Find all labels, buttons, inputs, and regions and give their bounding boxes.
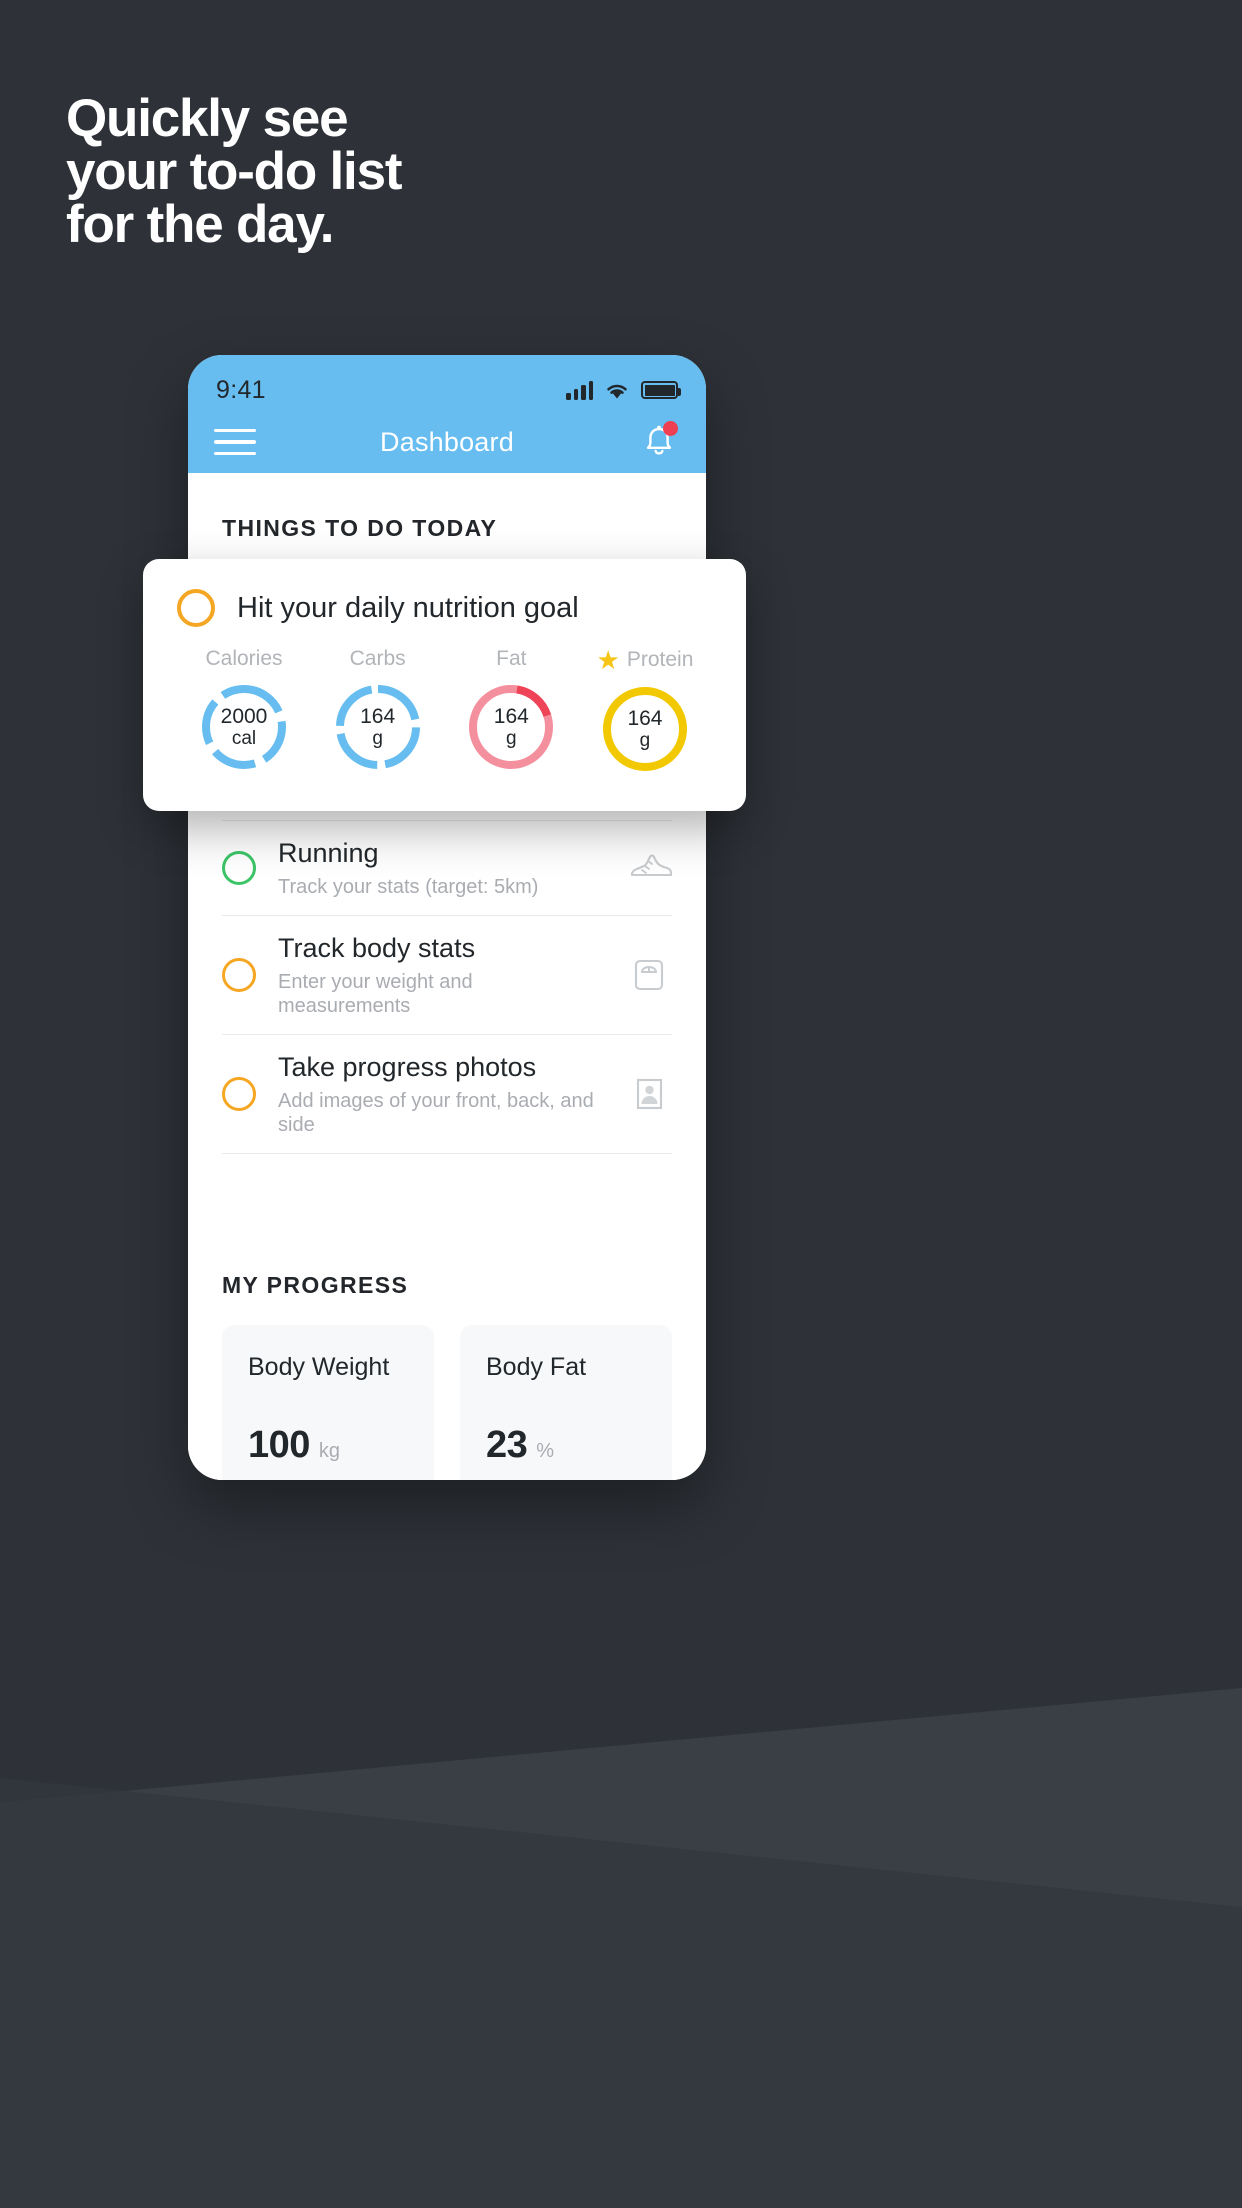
macro-donut-text: 164 g [599, 683, 691, 775]
list-item[interactable]: Track body stats Enter your weight and m… [222, 916, 672, 1035]
macro-label-group: ★ Protein [597, 647, 694, 673]
macro-label: Carbs [349, 647, 406, 670]
macro-donut-carbs: 164 g [332, 681, 424, 773]
macro-label: Calories [205, 647, 283, 670]
macro-donut-protein: 164 g [599, 683, 691, 775]
things-to-do-section-title: THINGS TO DO TODAY [222, 515, 498, 541]
battery-icon [641, 381, 681, 399]
hamburger-menu-icon[interactable] [214, 428, 256, 456]
macro-donut-text: 164 g [332, 681, 424, 773]
progress-card-value-group: 100 kg [248, 1424, 340, 1467]
task-title: Take progress photos [278, 1051, 537, 1082]
sparkline-chart [460, 1479, 672, 1480]
macro-fat[interactable]: Fat 164 g [452, 647, 570, 775]
macro-value: 164 [493, 704, 529, 728]
running-shoe-icon [626, 845, 673, 891]
macro-calories[interactable]: Calories 2000 cal [185, 647, 303, 775]
macro-value: 2000 [220, 704, 268, 728]
task-subtitle: Track your stats (target: 5km) [278, 875, 539, 898]
bell-icon[interactable] [638, 421, 680, 463]
macro-carbs[interactable]: Carbs 164 g [319, 647, 437, 775]
star-icon: ★ [596, 645, 620, 675]
status-bar: 9:41 [188, 355, 706, 411]
my-progress-section-title: MY PROGRESS [222, 1271, 409, 1298]
macro-donut-text: 164 g [465, 681, 557, 773]
nutrition-goal-card[interactable]: Hit your daily nutrition goal Calories 2… [143, 559, 746, 811]
phone-mockup: 9:41 Dashboard THINGS TO DO TODAY Runnin… [188, 355, 706, 1480]
progress-card-body-fat[interactable]: Body Fat 23 % [460, 1324, 672, 1480]
status-bar-icons [566, 380, 681, 400]
page-title: Quickly see your to-do list for the day. [66, 89, 403, 254]
macro-label: Fat [496, 647, 527, 670]
progress-card-label: Body Weight [248, 1352, 390, 1381]
task-title: Running [278, 838, 379, 868]
nutrition-card-header: Hit your daily nutrition goal [177, 589, 712, 627]
task-checkbox-icon[interactable] [222, 850, 256, 885]
macro-ring-row: Calories 2000 cal Carbs 164 g Fat 164 g … [177, 627, 712, 775]
task-text: Track body stats Enter your weight and m… [278, 932, 604, 1018]
weight-scale-icon [626, 952, 672, 998]
task-subtitle: Add images of your front, back, and side [278, 1089, 594, 1136]
list-item[interactable]: Take progress photos Add images of your … [222, 1035, 672, 1154]
progress-card-label: Body Fat [486, 1352, 587, 1381]
task-subtitle: Enter your weight and measurements [278, 970, 473, 1017]
macro-value: 164 [360, 704, 396, 728]
progress-card-value: 23 [486, 1423, 528, 1466]
list-item[interactable]: Running Track your stats (target: 5km) [222, 820, 673, 916]
progress-card-value-group: 23 % [486, 1424, 554, 1467]
macro-label-group: Calories [205, 647, 282, 671]
progress-card-body-weight[interactable]: Body Weight 100 kg [222, 1324, 434, 1480]
task-title: Track body stats [278, 932, 476, 963]
macro-donut-calories: 2000 cal [198, 681, 290, 773]
macro-unit: g [506, 728, 517, 750]
macro-unit: cal [231, 728, 257, 750]
person-photo-icon [626, 1071, 672, 1117]
app-header: Dashboard [188, 411, 706, 473]
sparkline-chart [222, 1479, 434, 1480]
wifi-icon [604, 381, 630, 400]
notification-dot [662, 421, 678, 436]
task-text: Take progress photos Add images of your … [278, 1051, 604, 1137]
task-checkbox-icon[interactable] [222, 957, 256, 992]
macro-label-group: Carbs [350, 647, 406, 671]
progress-card-unit: kg [318, 1439, 341, 1462]
status-bar-time: 9:41 [216, 375, 266, 404]
task-text: Running Track your stats (target: 5km) [278, 837, 604, 899]
macro-value: 164 [627, 706, 663, 730]
progress-card-value: 100 [248, 1423, 310, 1466]
macro-donut-text: 2000 cal [198, 681, 290, 773]
app-header-title: Dashboard [380, 426, 514, 457]
progress-card-row: Body Weight 100 kg Body Fat 23 % [188, 1299, 706, 1480]
progress-card-unit: % [536, 1439, 555, 1462]
task-checkbox-icon[interactable] [177, 589, 215, 627]
task-checkbox-icon[interactable] [222, 1076, 256, 1111]
macro-label-group: Fat [496, 647, 526, 671]
macro-protein[interactable]: ★ Protein 164 g [586, 647, 704, 775]
nutrition-card-title: Hit your daily nutrition goal [237, 591, 579, 624]
signal-bars-icon [566, 380, 593, 400]
macro-donut-fat: 164 g [465, 681, 557, 773]
task-list: Running Track your stats (target: 5km) T… [188, 820, 706, 1154]
macro-unit: g [372, 728, 383, 750]
macro-label: Protein [626, 648, 694, 671]
macro-unit: g [639, 730, 651, 752]
